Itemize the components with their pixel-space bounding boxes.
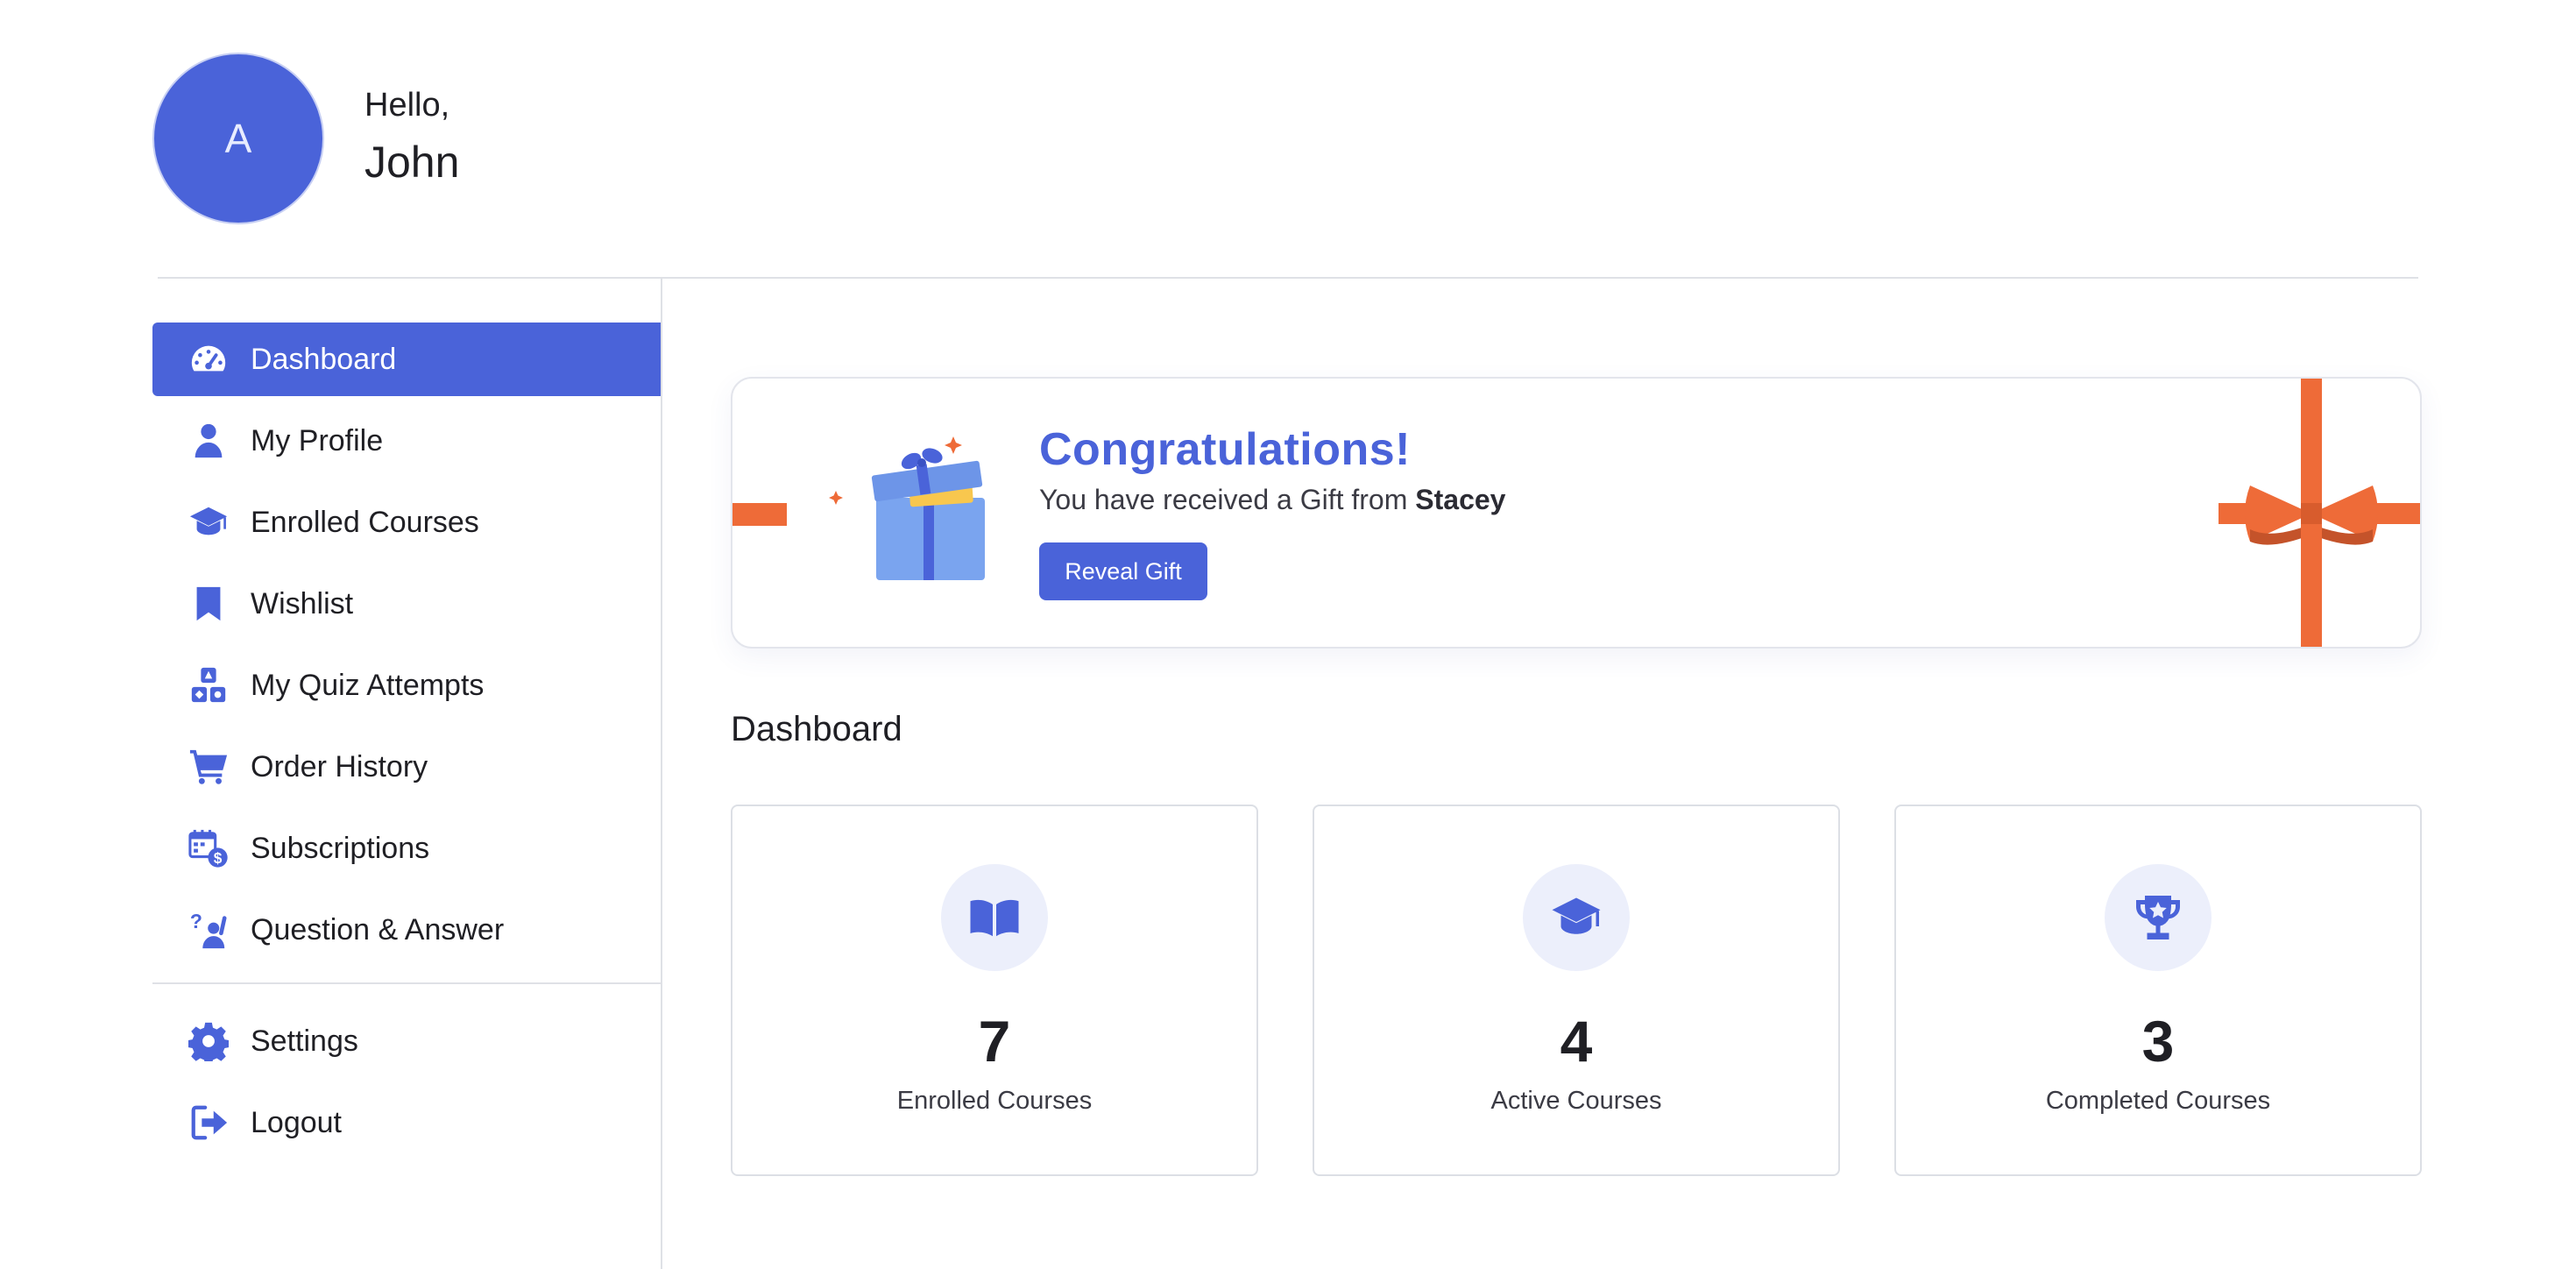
sidebar-item-wishlist[interactable]: Wishlist: [152, 567, 661, 641]
sidebar-item-quiz-attempts[interactable]: My Quiz Attempts: [152, 649, 661, 722]
stat-value: 3: [2141, 1009, 2175, 1074]
stat-label: Completed Courses: [2045, 1087, 2271, 1115]
sidebar-item-label: Question & Answer: [251, 912, 505, 946]
sidebar-item-label: Settings: [251, 1024, 358, 1058]
sidebar-item-label: Order History: [251, 749, 428, 783]
ribbon-bow-decoration: [2219, 379, 2420, 647]
user-icon: [188, 420, 230, 462]
svg-text:?: ?: [190, 910, 202, 932]
stat-card-completed: 3 Completed Courses: [1894, 805, 2422, 1176]
gift-banner: Congratulations! You have received a Gif…: [731, 377, 2422, 649]
calendar-dollar-icon: $: [188, 827, 230, 869]
stat-card-active: 4 Active Courses: [1313, 805, 1840, 1176]
sidebar-item-enrolled-courses[interactable]: Enrolled Courses: [152, 486, 661, 559]
banner-subtitle-prefix: You have received a Gift from: [1039, 484, 1416, 515]
sidebar-item-label: My Profile: [251, 423, 384, 457]
header-divider: [158, 277, 2418, 279]
banner-subtitle: You have received a Gift from Stacey: [1039, 484, 1505, 516]
ribbon-left-decoration: [732, 503, 787, 526]
avatar[interactable]: A: [152, 53, 324, 224]
graduation-cap-icon: [1523, 864, 1630, 971]
dashboard-heading: Dashboard: [731, 710, 902, 748]
stat-card-enrolled: 7 Enrolled Courses: [731, 805, 1258, 1176]
sidebar-item-dashboard[interactable]: Dashboard: [152, 323, 661, 396]
sidebar-item-label: Dashboard: [251, 342, 397, 376]
graduation-cap-icon: [188, 501, 230, 543]
stat-value: 7: [978, 1009, 1011, 1074]
sidebar-item-label: Subscriptions: [251, 831, 430, 865]
gift-message: Congratulations! You have received a Gif…: [1039, 419, 1505, 600]
sidebar-separator: [152, 982, 661, 984]
question-person-icon: ?: [188, 909, 230, 951]
dashboard-gauge-icon: [188, 338, 230, 380]
stat-value: 4: [1560, 1009, 1593, 1074]
quiz-blocks-icon: [188, 664, 230, 706]
sidebar-item-label: Wishlist: [251, 586, 354, 620]
avatar-initial: A: [224, 116, 252, 161]
sidebar-item-settings[interactable]: Settings: [152, 1004, 661, 1078]
sidebar: Dashboard My Profile Enrolled Courses Wi…: [152, 323, 661, 1167]
cart-icon: [188, 746, 230, 788]
stat-label: Active Courses: [1490, 1087, 1662, 1115]
reveal-gift-button[interactable]: Reveal Gift: [1039, 542, 1207, 600]
gift-sender: Stacey: [1415, 484, 1506, 515]
profile-header: A Hello, John: [152, 53, 459, 224]
gear-icon: [188, 1020, 230, 1062]
greeting: Hello, John: [364, 84, 459, 193]
gift-box-icon: [813, 419, 1006, 594]
sidebar-item-label: My Quiz Attempts: [251, 668, 485, 702]
sidebar-item-logout[interactable]: Logout: [152, 1086, 661, 1159]
sidebar-item-order-history[interactable]: Order History: [152, 730, 661, 804]
sidebar-item-question-answer[interactable]: ? Question & Answer: [152, 893, 661, 967]
bookmark-icon: [188, 583, 230, 625]
banner-title: Congratulations!: [1039, 424, 1411, 475]
stat-label: Enrolled Courses: [896, 1087, 1093, 1115]
sidebar-divider: [661, 277, 662, 1269]
logout-icon: [188, 1102, 230, 1144]
sidebar-item-label: Enrolled Courses: [251, 505, 479, 539]
sidebar-item-label: Logout: [251, 1105, 342, 1139]
greeting-hello: Hello,: [364, 87, 450, 124]
open-book-icon: [941, 864, 1048, 971]
trophy-icon: [2105, 864, 2212, 971]
sidebar-item-subscriptions[interactable]: $ Subscriptions: [152, 812, 661, 885]
user-name: John: [364, 138, 460, 187]
sidebar-item-my-profile[interactable]: My Profile: [152, 404, 661, 478]
svg-text:$: $: [214, 849, 223, 867]
